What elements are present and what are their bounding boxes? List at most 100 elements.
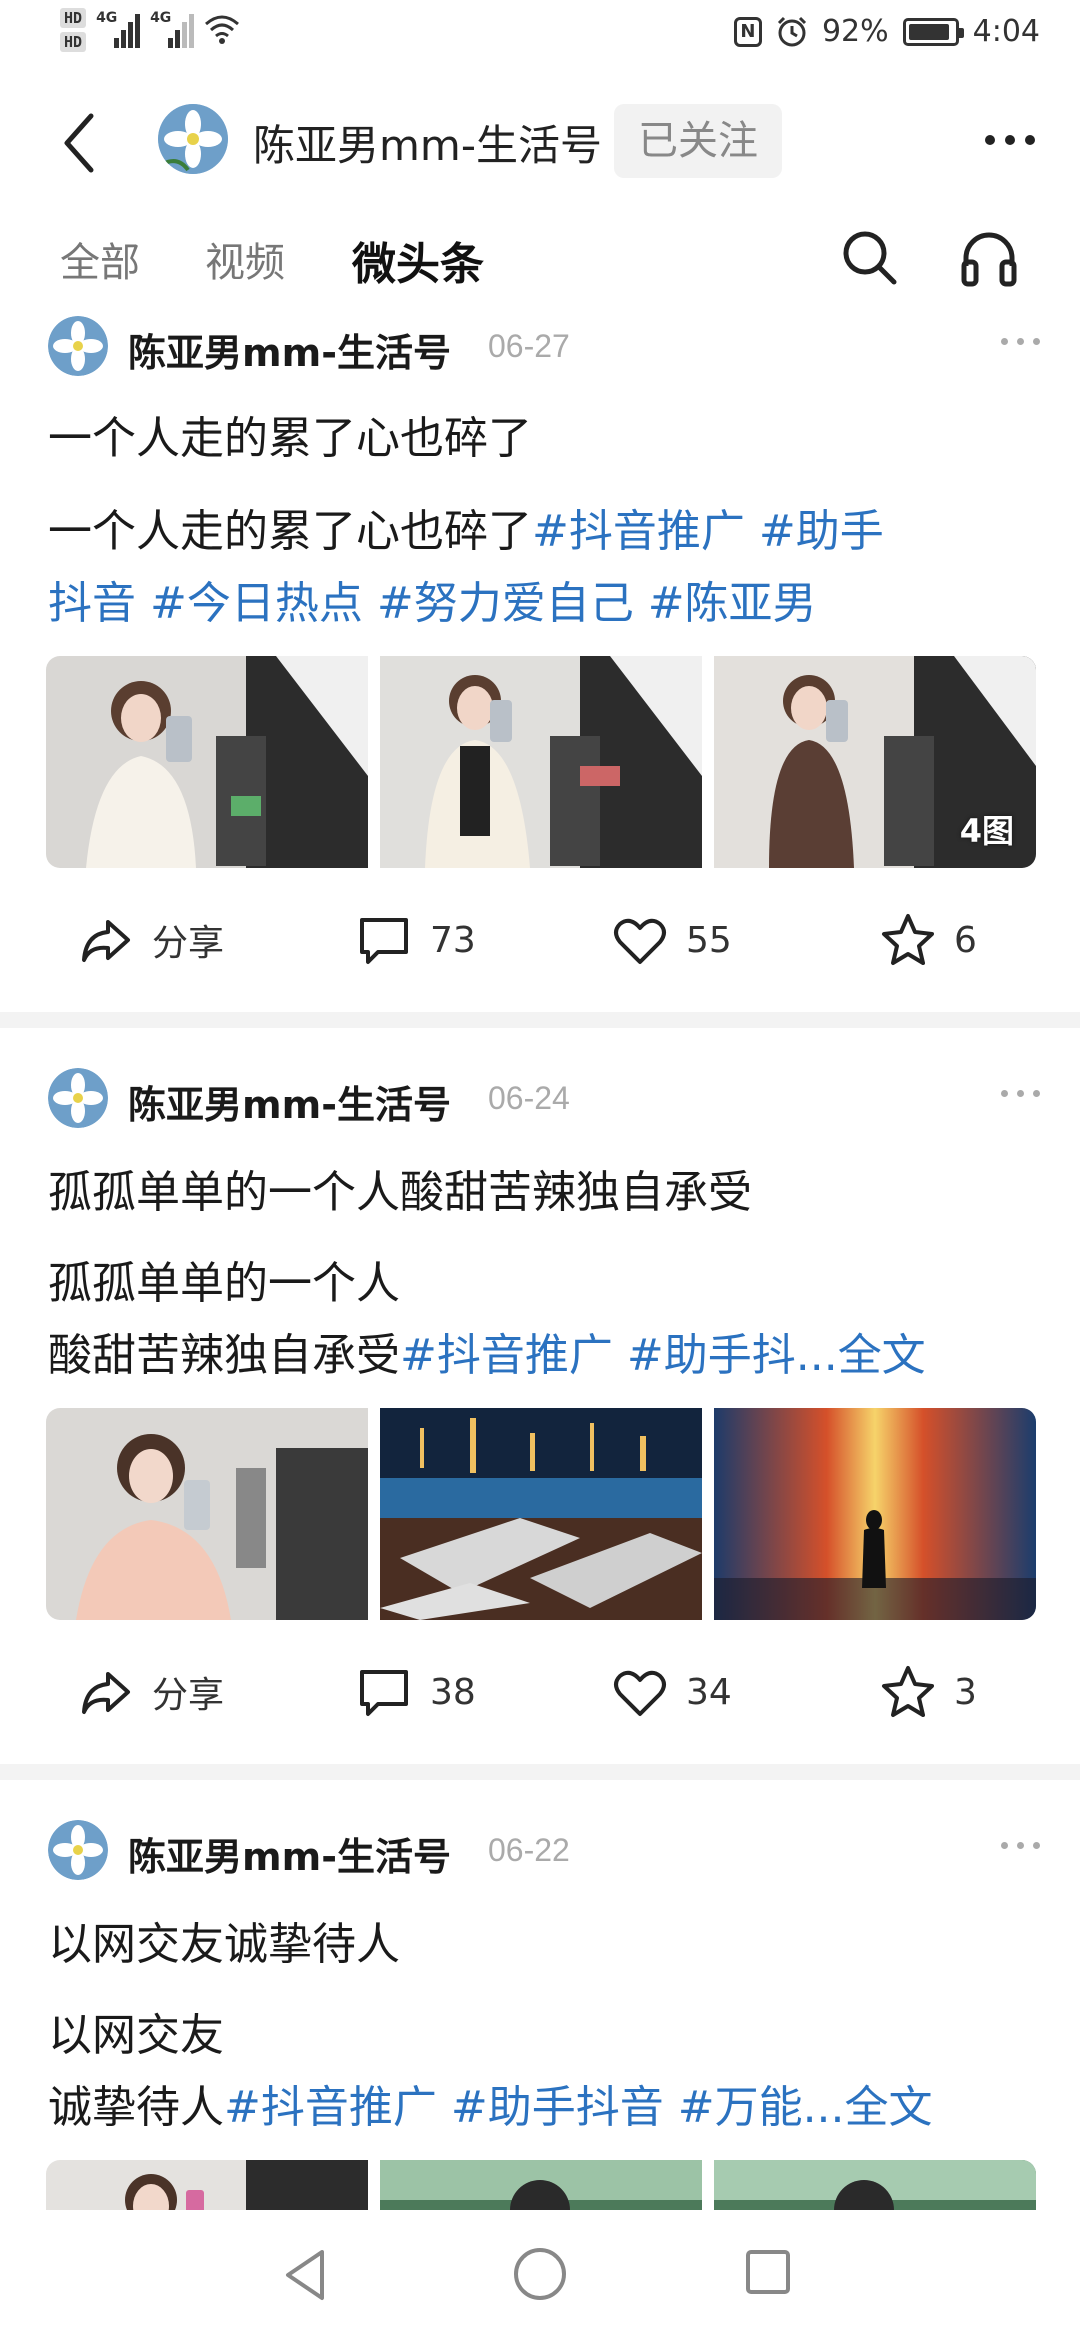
post-images: 4图 [46,656,1036,868]
comment-icon [360,918,408,964]
signal-icon-1: 4G [96,8,141,48]
headphones-icon[interactable] [960,228,1018,288]
post-body[interactable]: 以网交友 诚挚待人#抖音推广 #助手抖音 #万能...全文 [48,2000,1038,2144]
circle-home-icon[interactable] [512,2246,568,2302]
post-author[interactable]: 陈亚男mm-生活号 [128,1826,451,1881]
tab-micro-headlines[interactable]: 微头条 [352,228,484,292]
post-image[interactable] [46,1408,368,1620]
battery-percent: 92% [821,14,889,49]
more-horizontal-icon[interactable] [970,110,1050,170]
post-author[interactable]: 陈亚男mm-生活号 [128,1074,451,1129]
tab-all[interactable]: 全部 [60,230,140,288]
comment-button[interactable]: 38 [356,1652,476,1732]
avatar[interactable] [48,1068,108,1128]
post-body-text: 孤孤单单的一个人 [48,1258,400,1309]
favorite-button[interactable]: 6 [880,900,977,980]
post-image[interactable] [714,2160,1036,2210]
tab-video[interactable]: 视频 [205,230,285,288]
post-images [46,2160,1036,2210]
post-title: 孤孤单单的一个人酸甜苦辣独自承受 [48,1167,752,1218]
comment-count: 38 [430,1671,476,1713]
hd-badge-1: HD [60,8,87,28]
star-icon [882,1666,934,1717]
feed-post[interactable]: 陈亚男mm-生活号 06-27 一个人走的累了心也碎了 一个人走的累了心也碎了#… [0,310,1080,1010]
hashtag-link[interactable]: #抖音推广 #助手 [532,506,884,557]
network-type-2: 4G [150,10,172,26]
post-image[interactable] [46,2160,368,2210]
like-count: 55 [686,919,732,961]
hd-badge-2: HD [60,32,87,52]
share-icon [82,920,130,962]
status-bar: HD HD 4G 4G N 92% 4:04 [0,0,1080,70]
post-body-text: 以网交友 [48,2010,224,2061]
comment-count: 73 [430,919,476,961]
favorite-button[interactable]: 3 [880,1652,977,1732]
search-icon[interactable] [840,228,900,288]
post-author[interactable]: 陈亚男mm-生活号 [128,322,451,377]
battery-icon [902,17,964,46]
more-horizontal-icon[interactable] [1001,1090,1040,1097]
square-recent-icon[interactable] [744,2248,792,2296]
hashtag-link[interactable]: 抖音 #今日热点 #努力爱自己 #陈亚男 [48,578,817,629]
post-image[interactable] [380,656,702,868]
post-title: 以网交友诚挚待人 [48,1919,400,1970]
system-nav-bar [0,2210,1080,2340]
comment-icon [360,1670,408,1716]
more-horizontal-icon[interactable] [1001,1842,1040,1849]
image-count-badge: 4图 [959,812,1014,850]
divider [0,1012,1080,1028]
content-tabs: 全部 视频 微头条 [0,220,1080,300]
post-title: 一个人走的累了心也碎了 [48,413,532,464]
like-button[interactable]: 55 [612,900,732,980]
share-button[interactable]: 分享 [78,1652,224,1732]
feed-post[interactable]: 陈亚男mm-生活号 06-22 以网交友诚挚待人 以网交友 诚挚待人#抖音推广 … [0,1814,1080,2210]
favorite-count: 3 [954,1671,977,1713]
post-body[interactable]: 孤孤单单的一个人 酸甜苦辣独自承受#抖音推广 #助手抖...全文 [48,1248,1038,1392]
post-actions: 分享 73 55 6 [0,900,1080,980]
post-date: 06-27 [488,328,570,364]
account-name: 陈亚男mm-生活号 [253,121,602,170]
post-image[interactable] [714,1408,1036,1620]
back-icon[interactable] [55,110,105,176]
divider [0,1764,1080,1780]
network-type-1: 4G [96,10,118,26]
post-body-text: 酸甜苦辣独自承受 [48,1330,400,1381]
wifi-icon [205,15,240,44]
full-text-link[interactable]: 全文 [838,1330,926,1381]
avatar[interactable] [158,104,228,174]
share-label: 分享 [152,923,225,964]
post-image[interactable] [46,656,368,868]
post-body-text: 一个人走的累了心也碎了 [48,506,532,557]
share-button[interactable]: 分享 [78,900,224,980]
like-button[interactable]: 34 [612,1652,732,1732]
like-count: 34 [686,1671,732,1713]
more-horizontal-icon[interactable] [1001,338,1040,345]
hashtag-link[interactable]: #抖音推广 #助手抖音 #万能... [224,2082,845,2133]
post-images [46,1408,1036,1620]
post-date: 06-22 [488,1832,570,1868]
share-icon [82,1672,130,1714]
post-image[interactable] [380,1408,702,1620]
alarm-icon [777,16,806,46]
nfc-icon: N [733,16,762,47]
post-body[interactable]: 一个人走的累了心也碎了#抖音推广 #助手 抖音 #今日热点 #努力爱自己 #陈亚… [48,496,1038,640]
star-icon [882,914,934,965]
comment-button[interactable]: 73 [356,900,476,980]
share-label: 分享 [152,1675,225,1716]
full-text-link[interactable]: 全文 [845,2082,933,2133]
favorite-count: 6 [954,919,977,961]
post-body-text: 诚挚待人 [48,2082,224,2133]
avatar[interactable] [48,316,108,376]
signal-icon-2: 4G [150,8,195,48]
post-image[interactable] [380,2160,702,2210]
feed-post[interactable]: 陈亚男mm-生活号 06-24 孤孤单单的一个人酸甜苦辣独自承受 孤孤单单的一个… [0,1062,1080,1762]
post-image[interactable]: 4图 [714,656,1036,868]
triangle-back-icon[interactable] [280,2246,330,2304]
heart-icon [614,1670,666,1716]
following-button[interactable]: 已关注 [614,104,782,178]
avatar[interactable] [48,1820,108,1880]
profile-header: 陈亚男mm-生活号 已关注 [0,90,1080,190]
clock: 4:04 [972,14,1040,49]
post-actions: 分享 38 34 3 [0,1652,1080,1732]
hashtag-link[interactable]: #抖音推广 #助手抖... [400,1330,838,1381]
